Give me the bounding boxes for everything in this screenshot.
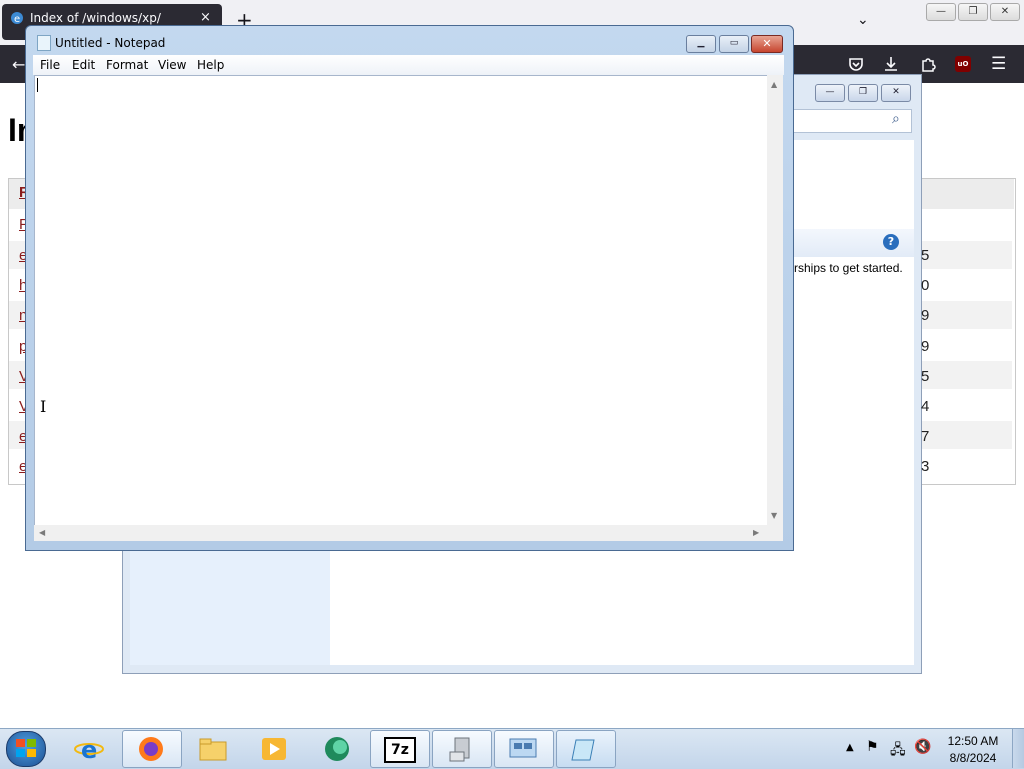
menu-help[interactable]: Help [197,58,224,72]
background-window-nav-pane [130,540,330,665]
tray-expand-icon[interactable]: ▲ [846,742,854,753]
tab-close-icon[interactable]: × [200,10,211,25]
menu-view[interactable]: View [158,58,186,72]
browser-tab-title: Index of /windows/xp/ [30,11,161,25]
file-size: 5 [921,247,930,264]
bg-info-text: rships to get started. [794,261,903,275]
file-size: 3 [921,458,930,475]
ublock-icon[interactable]: uO [955,56,971,72]
menu-file[interactable]: File [40,58,60,72]
internet-explorer-icon: e [74,736,104,762]
pocket-icon[interactable] [847,55,865,73]
vertical-scrollbar[interactable] [767,75,783,525]
extensions-icon[interactable] [919,55,937,73]
green-app-icon [325,737,349,761]
file-size: 9 [921,307,930,324]
bg-restore-button[interactable]: ❐ [848,84,878,102]
file-size: 4 [921,398,930,415]
svg-text:e: e [81,736,97,762]
seven-zip-icon: 7z [384,737,416,763]
notepad-icon [37,35,51,51]
computer-icon [449,737,470,762]
volume-muted-icon[interactable]: 🔇 [914,739,931,755]
folder-icon [199,738,227,761]
file-size: 5 [921,368,930,385]
file-size: 7 [921,428,930,445]
search-icon[interactable]: ⌕ [892,111,900,127]
file-size: 0 [921,277,930,294]
notepad-minimize-button[interactable]: ▁ [686,35,716,53]
menu-edit[interactable]: Edit [72,58,95,72]
file-size: 9 [921,338,930,355]
notepad-title: Untitled - Notepad [55,36,166,50]
back-arrow-icon[interactable]: ← [12,55,25,74]
menu-icon[interactable]: ☰ [991,54,1006,74]
browser-minimize-button[interactable]: — [926,3,956,21]
text-caret [37,78,38,92]
notepad-maximize-button[interactable]: ▭ [719,35,749,53]
windows-logo-icon [16,739,36,757]
browser-restore-button[interactable]: ❐ [958,3,988,21]
clock-time: 12:50 AM [947,734,999,748]
notepad-taskbar-icon [571,739,595,761]
network-icon [509,738,537,758]
tab-list-chevron-icon[interactable]: ⌄ [857,12,869,28]
network-tray-icon[interactable]: 🖧 [890,739,906,763]
notepad-close-button[interactable]: ✕ [751,35,783,53]
help-icon[interactable]: ? [883,234,899,250]
bg-minimize-button[interactable]: — [815,84,845,102]
download-icon[interactable] [882,55,900,73]
svg-text:e: e [14,14,20,25]
scroll-left-arrow-icon[interactable]: ◀ [39,528,45,537]
scroll-down-arrow-icon[interactable]: ▼ [771,511,777,520]
firefox-icon [139,737,163,761]
clock-date: 8/8/2024 [949,751,997,765]
scroll-up-arrow-icon[interactable]: ▲ [771,80,777,89]
taskbar-clock[interactable]: 12:50 AM 8/8/2024 [938,733,1008,767]
ibeam-cursor-icon: I [40,397,47,416]
show-desktop-button[interactable] [1012,729,1024,768]
menu-format[interactable]: Format [106,58,148,72]
ie-page-icon: e [11,12,23,25]
media-player-icon [262,738,286,760]
notepad-text-area[interactable] [34,75,770,527]
bg-close-button[interactable]: ✕ [881,84,911,102]
browser-close-button[interactable]: ✕ [990,3,1020,21]
scroll-right-arrow-icon[interactable]: ▶ [753,528,759,537]
action-center-flag-icon[interactable]: ⚑ [866,739,879,755]
resize-grip-icon[interactable] [767,525,783,541]
horizontal-scrollbar[interactable] [34,525,768,541]
